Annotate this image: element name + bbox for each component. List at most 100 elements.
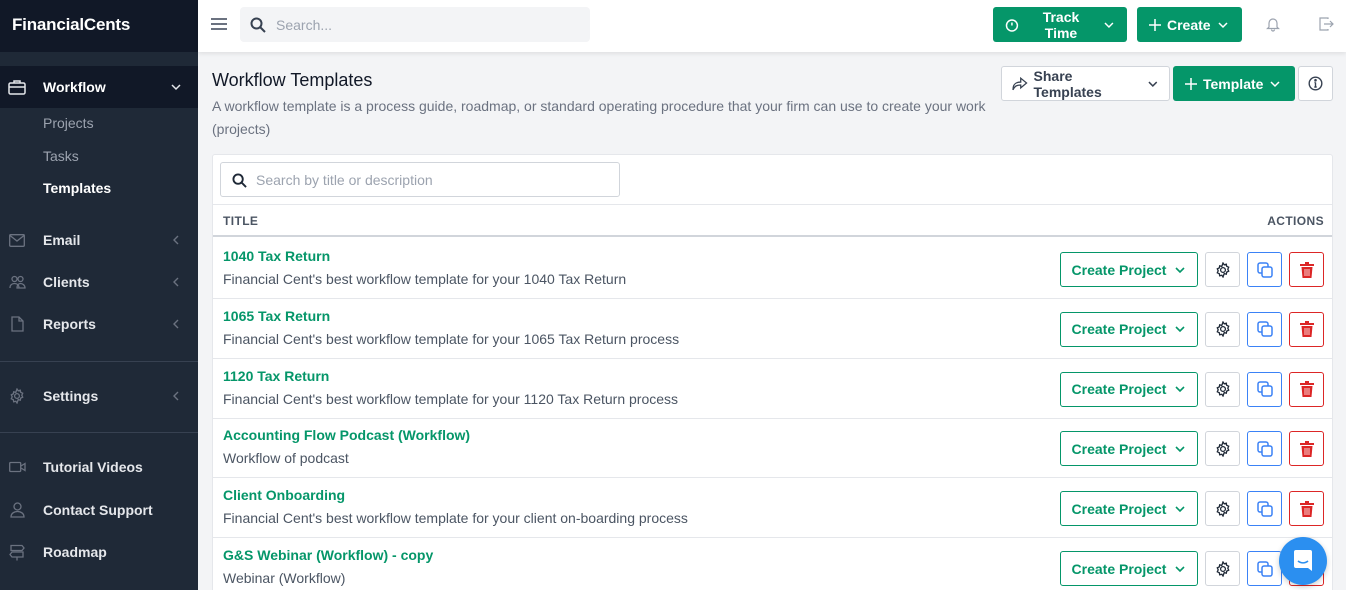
template-settings-button[interactable] bbox=[1205, 491, 1240, 527]
mail-icon bbox=[8, 231, 26, 249]
duplicate-template-button[interactable] bbox=[1247, 252, 1282, 287]
chevron-down-icon bbox=[1175, 326, 1186, 333]
create-project-button[interactable]: Create Project bbox=[1060, 252, 1198, 287]
hamburger-menu-icon[interactable] bbox=[210, 16, 228, 32]
global-search-input[interactable] bbox=[276, 7, 576, 42]
create-label: Create bbox=[1167, 16, 1211, 33]
search-icon bbox=[232, 173, 247, 188]
trash-icon bbox=[1299, 261, 1314, 278]
users-icon bbox=[8, 273, 26, 291]
template-title-link[interactable]: Accounting Flow Podcast (Workflow) bbox=[223, 427, 470, 443]
sidebar-subitem-tasks[interactable]: Tasks bbox=[43, 148, 79, 164]
trash-icon bbox=[1299, 440, 1314, 457]
column-header-actions: ACTIONS bbox=[1267, 214, 1324, 228]
gear-icon bbox=[1215, 321, 1230, 338]
share-templates-button[interactable]: Share Templates bbox=[1001, 66, 1170, 101]
sidebar-item-clients[interactable]: Clients bbox=[0, 261, 198, 303]
track-time-label: Track Time bbox=[1042, 8, 1080, 41]
template-settings-button[interactable] bbox=[1205, 431, 1240, 467]
sidebar-item-workflow[interactable]: Workflow bbox=[0, 66, 198, 108]
create-project-button[interactable]: Create Project bbox=[1060, 551, 1198, 586]
sidebar-item-label: Tutorial Videos bbox=[43, 459, 143, 475]
column-header-title[interactable]: TITLE bbox=[223, 214, 258, 228]
create-project-button[interactable]: Create Project bbox=[1060, 311, 1198, 347]
plus-icon bbox=[1185, 77, 1197, 90]
create-project-label: Create Project bbox=[1071, 560, 1167, 577]
template-title-link[interactable]: 1040 Tax Return bbox=[223, 248, 330, 264]
bell-icon[interactable] bbox=[1265, 16, 1281, 32]
sidebar-subitem-templates[interactable]: Templates bbox=[43, 180, 111, 196]
share-templates-label: Share Templates bbox=[1033, 67, 1102, 100]
chat-icon bbox=[1294, 550, 1312, 571]
signpost-icon bbox=[8, 543, 26, 561]
info-button[interactable] bbox=[1298, 66, 1333, 101]
create-project-label: Create Project bbox=[1071, 321, 1167, 338]
table-row: 1120 Tax Return Financial Cent's best wo… bbox=[213, 359, 1332, 419]
create-project-button[interactable]: Create Project bbox=[1060, 371, 1198, 407]
create-project-button[interactable]: Create Project bbox=[1060, 491, 1198, 527]
template-label: Template bbox=[1203, 75, 1264, 92]
sidebar-item-label: Contact Support bbox=[43, 502, 153, 518]
brand-logo[interactable]: FinancialCents bbox=[0, 0, 198, 52]
table-row: 1040 Tax Return Financial Cent's best wo… bbox=[213, 239, 1332, 299]
template-settings-button[interactable] bbox=[1205, 371, 1240, 407]
template-title-link[interactable]: 1065 Tax Return bbox=[223, 308, 330, 324]
sidebar-item-label: Reports bbox=[43, 316, 96, 332]
duplicate-template-button[interactable] bbox=[1247, 371, 1282, 407]
create-project-button[interactable]: Create Project bbox=[1060, 431, 1198, 467]
share-icon bbox=[1012, 76, 1028, 90]
delete-template-button[interactable] bbox=[1289, 371, 1324, 407]
sidebar-item-settings[interactable]: Settings bbox=[0, 375, 198, 417]
table-header: TITLE ACTIONS bbox=[213, 204, 1332, 237]
copy-icon bbox=[1256, 381, 1273, 397]
sidebar-subitem-projects[interactable]: Projects bbox=[43, 115, 94, 131]
delete-template-button[interactable] bbox=[1289, 491, 1324, 527]
sidebar-item-roadmap[interactable]: Roadmap bbox=[0, 531, 198, 573]
template-title-link[interactable]: Client Onboarding bbox=[223, 487, 345, 503]
chevron-down-icon bbox=[1175, 386, 1186, 393]
page-description: A workflow template is a process guide, … bbox=[212, 98, 986, 137]
template-settings-button[interactable] bbox=[1205, 252, 1240, 287]
template-title-link[interactable]: G&S Webinar (Workflow) - copy bbox=[223, 547, 433, 563]
sidebar-item-reports[interactable]: Reports bbox=[0, 303, 198, 345]
table-row: G&S Webinar (Workflow) - copy Webinar (W… bbox=[213, 538, 1332, 590]
create-button[interactable]: Create bbox=[1137, 7, 1242, 42]
template-title-link[interactable]: 1120 Tax Return bbox=[223, 368, 329, 384]
video-icon bbox=[8, 458, 26, 476]
delete-template-button[interactable] bbox=[1289, 311, 1324, 347]
delete-template-button[interactable] bbox=[1289, 252, 1324, 287]
global-search bbox=[240, 7, 590, 42]
duplicate-template-button[interactable] bbox=[1247, 551, 1282, 586]
page-title: Workflow Templates bbox=[212, 70, 373, 90]
copy-icon bbox=[1256, 560, 1273, 577]
template-description: Financial Cent's best workflow template … bbox=[223, 510, 688, 527]
delete-template-button[interactable] bbox=[1289, 431, 1324, 467]
duplicate-template-button[interactable] bbox=[1247, 431, 1282, 467]
chevron-down-icon bbox=[1218, 21, 1228, 28]
create-project-label: Create Project bbox=[1071, 381, 1167, 398]
chevron-down-icon bbox=[1175, 446, 1186, 453]
logout-icon[interactable] bbox=[1318, 16, 1334, 32]
chevron-down-icon bbox=[1104, 21, 1114, 28]
trash-icon bbox=[1299, 321, 1314, 338]
template-search-input[interactable] bbox=[256, 163, 611, 196]
chat-support-button[interactable] bbox=[1279, 537, 1327, 585]
track-time-button[interactable]: Track Time bbox=[993, 7, 1127, 42]
duplicate-template-button[interactable] bbox=[1247, 491, 1282, 527]
sidebar-item-tutorial-videos[interactable]: Tutorial Videos bbox=[0, 446, 198, 488]
top-bar: Track Time Create bbox=[198, 0, 1346, 52]
sidebar-item-email[interactable]: Email bbox=[0, 219, 198, 261]
template-settings-button[interactable] bbox=[1205, 551, 1240, 586]
template-settings-button[interactable] bbox=[1205, 311, 1240, 347]
create-project-label: Create Project bbox=[1071, 500, 1167, 517]
copy-icon bbox=[1256, 441, 1273, 457]
sidebar-item-contact-support[interactable]: Contact Support bbox=[0, 489, 198, 531]
create-project-label: Create Project bbox=[1071, 440, 1167, 457]
gear-icon bbox=[8, 387, 26, 405]
table-row: Client Onboarding Financial Cent's best … bbox=[213, 478, 1332, 539]
sidebar-item-label: Settings bbox=[43, 388, 99, 404]
add-template-button[interactable]: Template bbox=[1173, 66, 1295, 101]
trash-icon bbox=[1299, 500, 1314, 517]
duplicate-template-button[interactable] bbox=[1247, 311, 1282, 347]
user-icon bbox=[8, 501, 26, 519]
